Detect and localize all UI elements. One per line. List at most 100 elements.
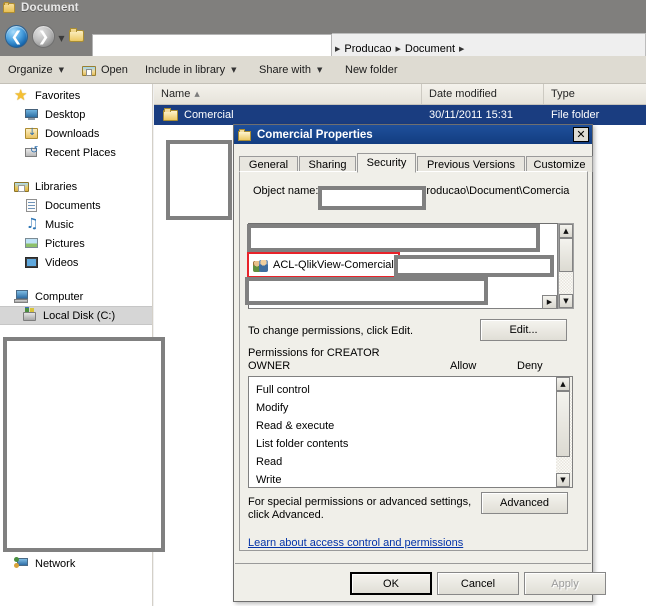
include-in-library-button[interactable]: Include in library ▼ (145, 61, 236, 79)
scrollbar-track[interactable] (559, 238, 573, 294)
advanced-text-line2: click Advanced. (248, 509, 324, 521)
sidebar-item-label: Desktop (45, 108, 86, 121)
list-item[interactable]: ACL-QlikView-Comercial (253, 256, 394, 274)
sidebar-item-local-disk-c[interactable]: Local Disk (C:) (0, 306, 152, 325)
hard-disk-icon (22, 307, 38, 324)
cancel-button[interactable]: Cancel (437, 572, 519, 595)
scroll-right-arrow-icon[interactable]: ▶ (542, 295, 557, 309)
folder-icon (163, 108, 179, 122)
tab-customize[interactable]: Customize (526, 156, 593, 172)
computer-icon (14, 289, 30, 305)
sidebar-item-videos[interactable]: Videos (24, 253, 78, 272)
edit-button[interactable]: Edit... (480, 319, 567, 341)
sidebar-item-label: Documents (45, 199, 101, 212)
group-list-vertical-scrollbar[interactable]: ▲ ▼ (558, 223, 574, 309)
downloads-folder-icon (24, 126, 40, 142)
ok-button[interactable]: OK (350, 572, 432, 595)
permission-row-list-folder-contents[interactable]: List folder contents (256, 435, 348, 453)
file-row-date-cell: 30/11/2011 15:31 (429, 109, 514, 121)
sidebar-item-network[interactable]: Network (14, 554, 75, 573)
organize-button[interactable]: Organize ▼ (8, 61, 64, 79)
column-header-date-modified[interactable]: Date modified (422, 84, 544, 104)
sidebar-item-documents[interactable]: Documents (24, 196, 101, 215)
library-icon (14, 179, 30, 195)
sidebar-item-pictures[interactable]: Pictures (24, 234, 85, 253)
sidebar-item-label: Libraries (35, 180, 78, 193)
chevron-right-icon: ▶ (459, 45, 465, 53)
column-header-name-label: Name (161, 88, 191, 100)
window-titlebar: Document (0, 0, 646, 16)
music-note-icon (24, 216, 40, 233)
table-row[interactable]: Comercial 30/11/2011 15:31 File folder (154, 105, 646, 125)
column-header-row: Name ▲ Date modified Type (154, 84, 646, 105)
folder-icon (3, 2, 16, 14)
learn-about-access-control-link[interactable]: Learn about access control and permissio… (248, 537, 463, 549)
advanced-button[interactable]: Advanced (481, 492, 568, 514)
permissions-listbox[interactable]: Full control Modify Read & execute List … (248, 376, 573, 488)
forward-button[interactable]: ❯ (32, 25, 55, 48)
file-row-type-cell: File folder (551, 109, 600, 121)
scroll-down-arrow-icon[interactable]: ▼ (559, 294, 573, 308)
chevron-right-icon: ▶ (395, 45, 401, 53)
sidebar-item-computer[interactable]: Computer (14, 287, 83, 306)
apply-button: Apply (524, 572, 606, 595)
close-icon[interactable]: ✕ (573, 127, 589, 142)
sidebar-item-label: Downloads (45, 127, 100, 140)
permissions-vertical-scrollbar[interactable]: ▲ ▼ (556, 377, 572, 487)
window-title: Document (21, 2, 79, 14)
share-with-label: Share with (259, 64, 311, 76)
column-header-date-label: Date modified (429, 88, 497, 100)
scrollbar-track[interactable] (556, 391, 572, 473)
file-row-name-cell: Comercial (163, 105, 234, 125)
breadcrumb-item-document[interactable]: Document (405, 43, 455, 55)
folder-icon (238, 128, 252, 141)
footer-divider (235, 563, 591, 564)
permission-row-read-execute[interactable]: Read & execute (256, 417, 334, 435)
sidebar-item-desktop[interactable]: Desktop (24, 105, 85, 124)
sidebar-item-label: Music (45, 218, 74, 231)
permission-row-write[interactable]: Write (256, 471, 281, 487)
advanced-text-line1: For special permissions or advanced sett… (248, 496, 472, 508)
sidebar-item-music[interactable]: Music (24, 215, 74, 234)
sidebar-item-libraries[interactable]: Libraries (14, 177, 77, 196)
tab-security[interactable]: Security (357, 153, 416, 173)
open-folder-icon (82, 64, 97, 77)
column-header-name[interactable]: Name ▲ (154, 84, 422, 104)
redaction-file-thumbnail (166, 140, 232, 220)
column-header-type-label: Type (551, 88, 575, 100)
permission-row-full-control[interactable]: Full control (256, 381, 310, 399)
share-with-button[interactable]: Share with ▼ (259, 61, 322, 79)
tab-previous-versions[interactable]: Previous Versions (417, 156, 525, 172)
sidebar-item-recent-places[interactable]: Recent Places (24, 143, 116, 162)
open-button[interactable]: Open (82, 61, 128, 79)
address-folder-icon (69, 28, 85, 42)
forward-arrow-icon: ❯ (37, 28, 50, 45)
tab-sharing[interactable]: Sharing (299, 156, 356, 172)
recent-places-icon (24, 145, 40, 161)
scrollbar-thumb[interactable] (556, 391, 570, 457)
breadcrumb-item-producao[interactable]: Producao (344, 43, 391, 55)
column-header-type[interactable]: Type (544, 84, 646, 104)
sidebar-item-downloads[interactable]: Downloads (24, 124, 99, 143)
sidebar-item-label: Network (35, 557, 76, 570)
chevron-down-icon[interactable]: ▼ (57, 35, 66, 43)
file-row-name: Comercial (184, 109, 234, 121)
tab-general[interactable]: General (239, 156, 298, 172)
sidebar-item-label: Recent Places (45, 146, 116, 159)
videos-icon (24, 255, 40, 271)
new-folder-button[interactable]: New folder (345, 61, 398, 79)
permission-row-modify[interactable]: Modify (256, 399, 288, 417)
permissions-for-label-line2: OWNER (248, 360, 291, 372)
back-button[interactable]: ❮ (5, 25, 28, 48)
permission-row-read[interactable]: Read (256, 453, 282, 471)
scroll-up-arrow-icon[interactable]: ▲ (559, 224, 573, 238)
scrollbar-thumb[interactable] (559, 238, 573, 272)
command-bar: Organize ▼ Open Include in library ▼ Sha… (0, 56, 646, 84)
scroll-down-arrow-icon[interactable]: ▼ (556, 473, 570, 487)
network-icon (14, 556, 30, 572)
sidebar-item-favorites[interactable]: Favorites (14, 86, 80, 105)
allow-column-header: Allow (450, 360, 477, 372)
scroll-up-arrow-icon[interactable]: ▲ (556, 377, 570, 391)
sidebar-item-label: Favorites (35, 89, 81, 102)
change-permissions-text: To change permissions, click Edit. (248, 325, 414, 337)
